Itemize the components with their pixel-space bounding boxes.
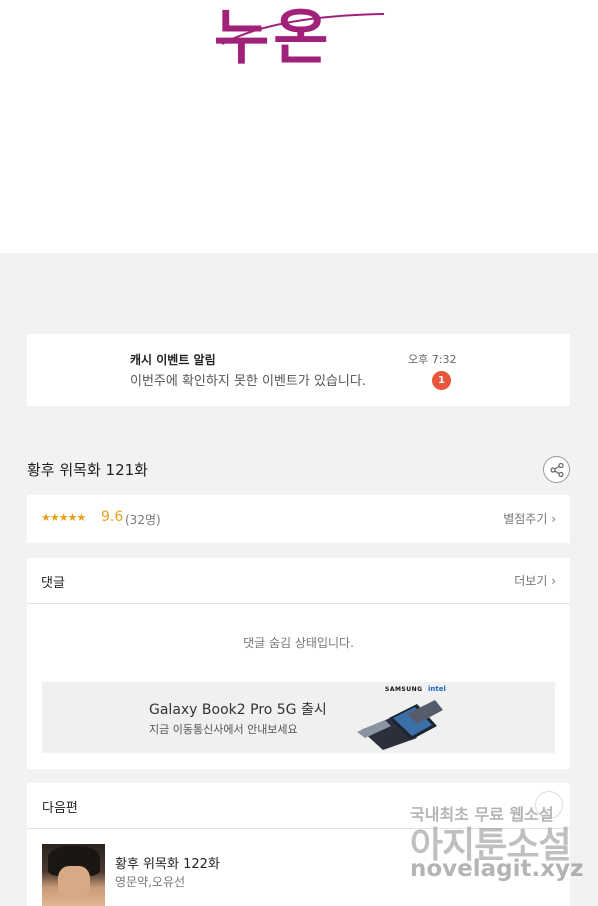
rating-score: 9.6 (101, 509, 124, 525)
logo-text-image: 누온 (214, 3, 385, 68)
rating-card: ★★★★★ 9.6 (32명) 별점주기 › (27, 495, 570, 543)
comments-heading: 댓글 (41, 576, 65, 591)
next-episode-title[interactable]: 황후 위목화 122화 (115, 853, 220, 872)
laptop-image (357, 700, 443, 750)
comments-card: 댓글 더보기 › 댓글 숨김 상태입니다. Galaxy Book2 Pro 5… (27, 558, 570, 769)
watermark-line3: novelagit.xyz (410, 856, 584, 882)
rating-stars: ★★★★★ (41, 511, 86, 524)
next-episode-thumbnail[interactable] (42, 844, 105, 906)
rating-count: (32명) (125, 513, 161, 527)
comic-image-area: 누온 (0, 0, 598, 253)
episode-title: 황후 위목화 121화 (27, 461, 148, 479)
thumbnail-face (58, 866, 90, 900)
ad-title: Galaxy Book2 Pro 5G 출시 (149, 702, 327, 718)
next-episode-authors: 영문약,오유선 (115, 875, 186, 889)
comments-hidden-message: 댓글 숨김 상태입니다. (243, 636, 354, 650)
share-button[interactable] (543, 456, 570, 483)
divider (27, 603, 570, 604)
ad-subtitle: 지금 이동통신사에서 안내보세요 (149, 723, 298, 736)
notification-badge: 1 (432, 371, 451, 390)
rate-button[interactable]: 별점주기 › (503, 510, 556, 527)
notification-title: 캐시 이벤트 알림 (130, 353, 216, 367)
ad-banner[interactable]: Galaxy Book2 Pro 5G 출시 지금 이동통신사에서 안내보세요 … (42, 682, 555, 753)
notification-card[interactable]: 캐시 이벤트 알림 이번주에 확인하지 못한 이벤트가 있습니다. 오후 7:3… (27, 334, 570, 406)
next-episode-heading: 다음편 (42, 801, 78, 816)
share-icon (550, 463, 564, 477)
notification-time: 오후 7:32 (408, 353, 457, 366)
notification-message: 이번주에 확인하지 못한 이벤트가 있습니다. (130, 374, 366, 389)
svg-text:누온: 누온 (214, 3, 332, 68)
samsung-logo: SAMSUNG (385, 686, 423, 693)
intel-logo: intel (428, 685, 446, 693)
comments-more-link[interactable]: 더보기 › (514, 572, 556, 589)
